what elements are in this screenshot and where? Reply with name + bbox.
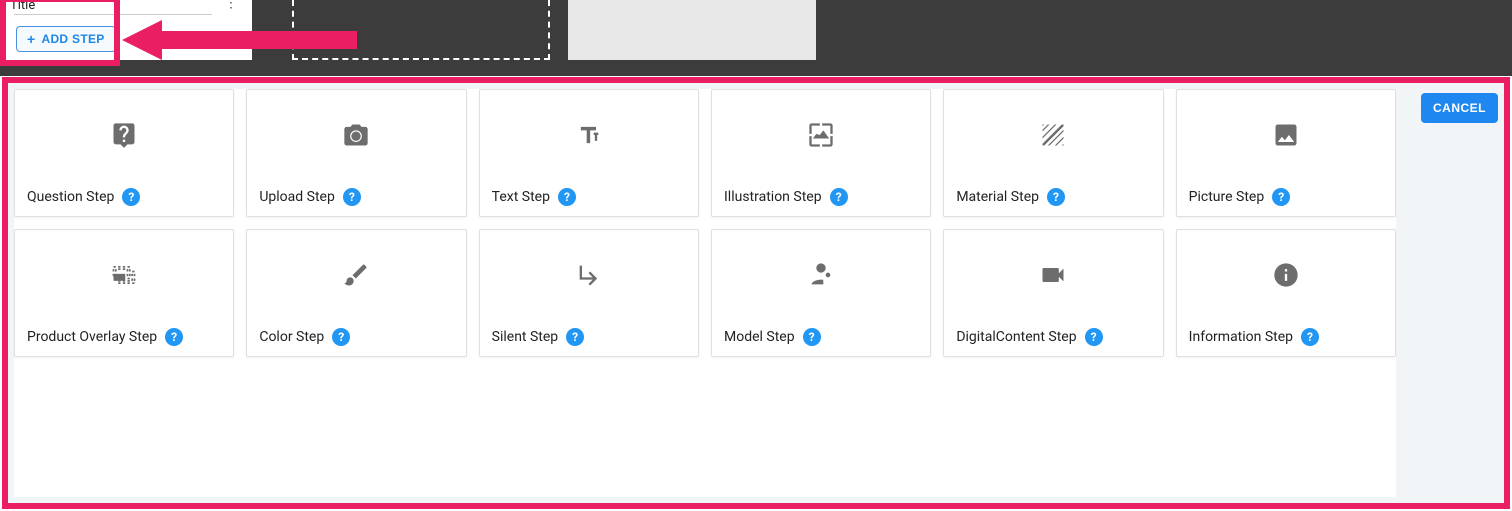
help-icon[interactable]: ? [1047, 188, 1065, 206]
step-card-label: Product Overlay Step [27, 329, 157, 345]
step-card-label: Material Step [956, 189, 1039, 205]
step-card-label: DigitalContent Step [956, 329, 1076, 345]
step-title-card: Title ⋮ + ADD STEP [4, 0, 252, 60]
step-cards-grid: Question Step?Upload Step?Text Step?Illu… [14, 89, 1396, 497]
step-card-digital-content[interactable]: DigitalContent Step? [943, 229, 1163, 357]
step-card-information[interactable]: Information Step? [1176, 229, 1396, 357]
step-card-footer: Information Step? [1177, 320, 1395, 356]
overlay-icon [15, 230, 233, 320]
step-card-footer: Material Step? [944, 180, 1162, 216]
help-icon[interactable]: ? [1272, 188, 1290, 206]
step-card-footer: Model Step? [712, 320, 930, 356]
videocam-icon [944, 230, 1162, 320]
step-card-footer: Question Step? [15, 180, 233, 216]
help-icon[interactable]: ? [558, 188, 576, 206]
step-card-label: Upload Step [259, 189, 335, 205]
subdir-icon [480, 230, 698, 320]
drop-placeholder[interactable] [292, 0, 550, 60]
step-card-footer: Color Step? [247, 320, 465, 356]
step-card-footer: Picture Step? [1177, 180, 1395, 216]
help-icon[interactable]: ? [343, 188, 361, 206]
title-input[interactable] [14, 14, 212, 15]
step-card-material[interactable]: Material Step? [943, 89, 1163, 217]
step-card-question[interactable]: Question Step? [14, 89, 234, 217]
help-icon[interactable]: ? [566, 328, 584, 346]
text-tt-icon [480, 90, 698, 180]
step-card-footer: Product Overlay Step? [15, 320, 233, 356]
card-menu-icon[interactable]: ⋮ [224, 0, 238, 8]
step-card-label: Picture Step [1189, 189, 1265, 205]
step-card-label: Color Step [259, 329, 324, 345]
person-pin-icon [712, 230, 930, 320]
step-card-model[interactable]: Model Step? [711, 229, 931, 357]
help-icon[interactable]: ? [122, 188, 140, 206]
step-card-footer: Upload Step? [247, 180, 465, 216]
step-card-footer: Illustration Step? [712, 180, 930, 216]
step-picker-panel: Question Step?Upload Step?Text Step?Illu… [2, 77, 1510, 509]
help-icon[interactable]: ? [803, 328, 821, 346]
panel-side: CANCEL [1406, 89, 1498, 497]
add-step-label: ADD STEP [41, 32, 104, 46]
wallpaper-icon [712, 90, 930, 180]
step-card-color[interactable]: Color Step? [246, 229, 466, 357]
step-card-label: Text Step [492, 189, 550, 205]
help-icon[interactable]: ? [332, 328, 350, 346]
texture-icon [944, 90, 1162, 180]
step-card-silent[interactable]: Silent Step? [479, 229, 699, 357]
cancel-button[interactable]: CANCEL [1421, 93, 1498, 123]
step-card-label: Silent Step [492, 329, 559, 345]
brush-icon [247, 230, 465, 320]
question-icon [15, 90, 233, 180]
image-icon [1177, 90, 1395, 180]
help-icon[interactable]: ? [830, 188, 848, 206]
step-card-illustration[interactable]: Illustration Step? [711, 89, 931, 217]
title-field-label: Title [10, 0, 35, 13]
step-card-text[interactable]: Text Step? [479, 89, 699, 217]
help-icon[interactable]: ? [165, 328, 183, 346]
top-toolbar: Title ⋮ + ADD STEP [0, 0, 1512, 76]
info-icon [1177, 230, 1395, 320]
step-card-product-overlay[interactable]: Product Overlay Step? [14, 229, 234, 357]
step-card-footer: DigitalContent Step? [944, 320, 1162, 356]
step-card-label: Information Step [1189, 329, 1293, 345]
step-card-footer: Silent Step? [480, 320, 698, 356]
help-icon[interactable]: ? [1085, 328, 1103, 346]
camera-icon [247, 90, 465, 180]
help-icon[interactable]: ? [1301, 328, 1319, 346]
step-card-label: Illustration Step [724, 189, 822, 205]
step-card-label: Model Step [724, 329, 795, 345]
step-card-label: Question Step [27, 189, 114, 205]
step-card-picture[interactable]: Picture Step? [1176, 89, 1396, 217]
step-card-upload[interactable]: Upload Step? [246, 89, 466, 217]
existing-step-thumbnail[interactable] [568, 0, 816, 60]
step-card-footer: Text Step? [480, 180, 698, 216]
add-step-button[interactable]: + ADD STEP [16, 26, 116, 52]
plus-icon: + [27, 32, 35, 46]
